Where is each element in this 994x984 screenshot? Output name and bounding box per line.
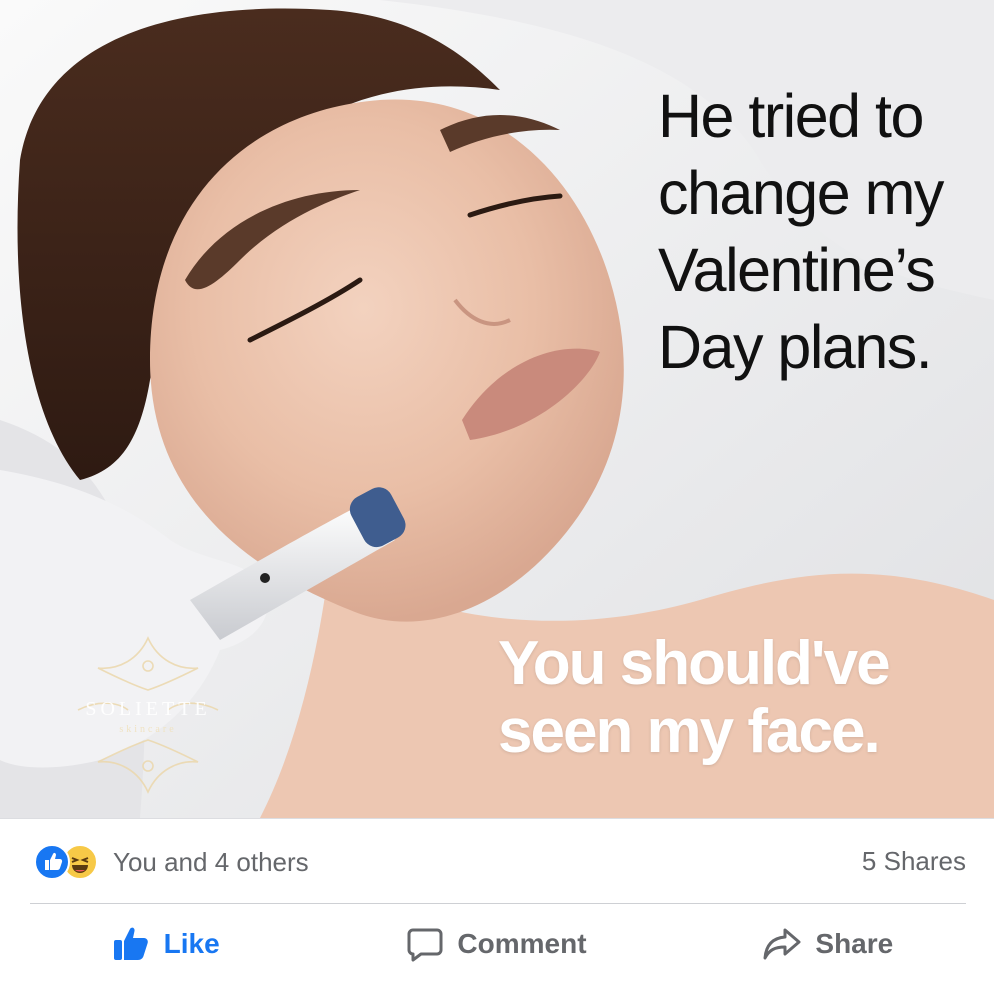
post-image[interactable]: He tried to change my Valentine’s Day pl… [0, 0, 994, 818]
logo-sub-text: skincare [119, 724, 177, 735]
comment-icon [407, 928, 443, 962]
like-icon [34, 844, 70, 880]
headline-text: He tried to change my Valentine’s Day pl… [658, 82, 944, 381]
share-icon [763, 928, 801, 960]
punchline-text: You should've seen my face. [498, 629, 891, 766]
like-button[interactable]: Like [0, 904, 331, 984]
soliette-logo: SOLIETTE skincare [58, 630, 238, 800]
reactions-summary[interactable]: You and 4 others [34, 842, 309, 882]
post-actions-bar: Like Comment Share [0, 904, 994, 984]
shares-count[interactable]: 5 Shares [862, 846, 966, 877]
comment-label: Comment [457, 928, 587, 959]
divider [0, 818, 994, 819]
thumbs-up-icon [113, 927, 148, 960]
reactions-count-text[interactable]: You and 4 others [113, 847, 309, 878]
share-label: Share [815, 928, 894, 959]
comment-button[interactable]: Comment [331, 904, 662, 984]
like-label: Like [163, 928, 220, 959]
logo-brand-text: SOLIETTE [85, 698, 211, 720]
share-button[interactable]: Share [663, 904, 994, 984]
